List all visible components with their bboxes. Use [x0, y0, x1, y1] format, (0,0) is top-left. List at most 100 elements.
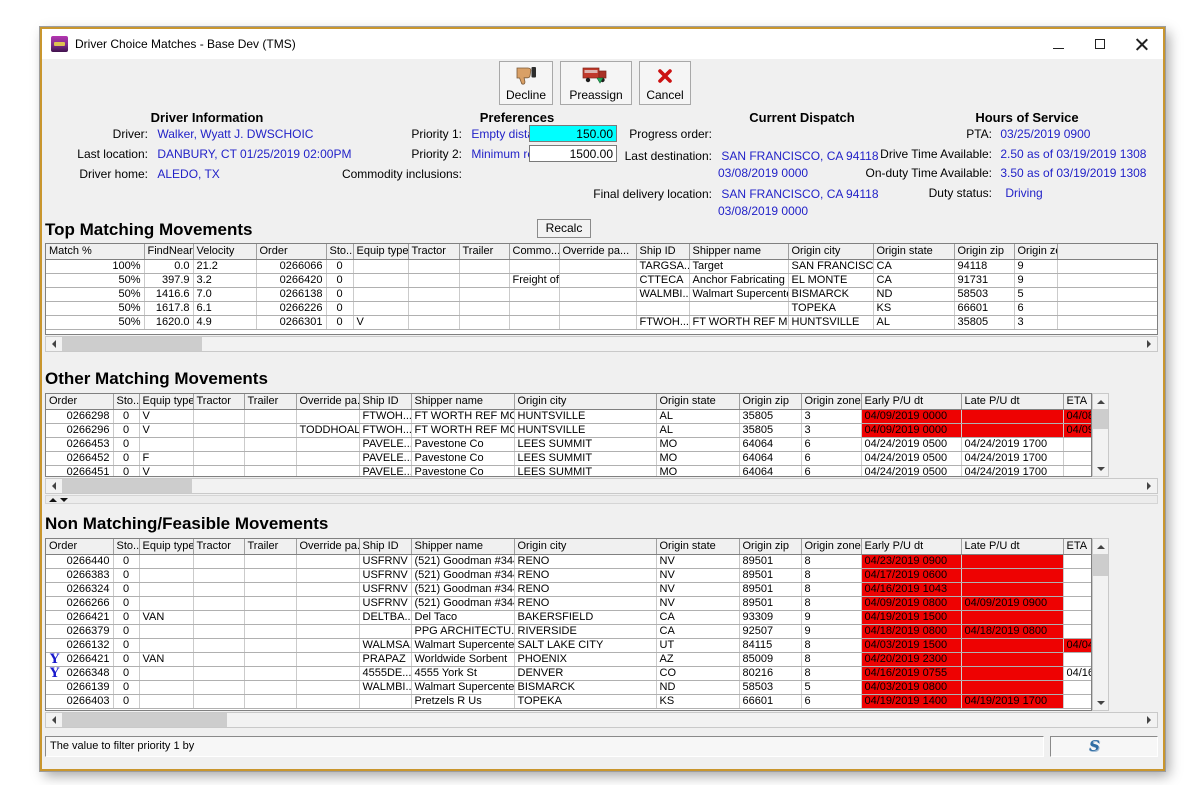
grid-cell[interactable]: 04/19/2019 1700 — [961, 694, 1063, 708]
column-header[interactable]: Order — [46, 394, 113, 409]
grid-cell[interactable]: 0 — [113, 554, 139, 568]
grid-cell[interactable] — [509, 287, 559, 301]
grid-cell[interactable] — [193, 694, 244, 708]
column-header[interactable]: Equip type — [353, 244, 408, 259]
column-header[interactable]: Override pa... — [296, 539, 359, 554]
grid-cell[interactable]: CA — [873, 273, 954, 287]
scrollbar-thumb[interactable] — [62, 479, 192, 493]
grid-cell[interactable]: 0266453 — [46, 437, 113, 451]
grid-cell[interactable]: LEES SUMMIT — [514, 451, 656, 465]
grid-cell[interactable] — [139, 666, 193, 680]
grid-cell[interactable]: Pavestone Co — [411, 451, 514, 465]
grid-cell[interactable]: 0 — [326, 273, 353, 287]
scroll-right-icon[interactable] — [1141, 713, 1157, 727]
grid-cell[interactable] — [1063, 465, 1092, 477]
scroll-down-icon[interactable] — [1093, 461, 1108, 476]
grid-cell[interactable]: HUNTSVILLE — [788, 315, 873, 329]
other-vscrollbar[interactable] — [1092, 393, 1109, 477]
grid-cell[interactable]: 3 — [801, 423, 861, 437]
grid-cell[interactable]: 04/09/2019 0000 — [861, 409, 961, 423]
grid-cell[interactable] — [244, 582, 296, 596]
grid-cell[interactable]: V — [139, 465, 193, 477]
grid-cell[interactable]: 50% — [46, 273, 144, 287]
grid-cell[interactable]: 35805 — [954, 315, 1014, 329]
grid-cell[interactable]: 0266451 — [46, 465, 113, 477]
grid-cell[interactable] — [559, 287, 636, 301]
grid-cell[interactable]: 93309 — [739, 610, 801, 624]
grid-cell[interactable] — [193, 451, 244, 465]
grid-cell[interactable]: 0266452 — [46, 451, 113, 465]
grid-cell[interactable] — [353, 259, 408, 273]
grid-cell[interactable]: 0 — [113, 568, 139, 582]
grid-cell[interactable]: BISMARCK — [788, 287, 873, 301]
grid-cell[interactable]: BAKERSFIELD — [514, 610, 656, 624]
grid-cell[interactable] — [559, 273, 636, 287]
grid-cell[interactable] — [296, 596, 359, 610]
grid-row[interactable]: 02661320WALMSA...Walmart SupercenterSALT… — [46, 638, 1092, 652]
grid-cell[interactable] — [961, 423, 1063, 437]
column-header[interactable]: Origin state — [656, 394, 739, 409]
pane-splitter[interactable] — [45, 495, 1158, 504]
grid-cell[interactable]: Walmart Supercenter — [411, 680, 514, 694]
grid-row[interactable]: 50%1617.86.102662260TOPEKAKS666016 — [46, 301, 1158, 315]
grid-cell[interactable]: 0266379 — [46, 624, 113, 638]
preassign-button[interactable]: Preassign — [560, 61, 632, 105]
grid-row[interactable]: Y02664210VANPRAPAZWorldwide SorbentPHOEN… — [46, 652, 1092, 666]
grid-cell[interactable]: 0266266 — [46, 596, 113, 610]
grid-row[interactable]: 02662980VFTWOH...FT WORTH REF MCHUNTSVIL… — [46, 409, 1092, 423]
grid-cell[interactable] — [296, 694, 359, 708]
grid-cell[interactable]: SAN FRANCISCO — [788, 259, 873, 273]
grid-cell[interactable]: Del Taco — [411, 610, 514, 624]
grid-cell[interactable]: 100% — [46, 259, 144, 273]
column-header[interactable]: Origin state — [873, 244, 954, 259]
column-header[interactable]: Origin city — [514, 394, 656, 409]
grid-cell[interactable]: 94118 — [954, 259, 1014, 273]
grid-cell[interactable]: 0266298 — [46, 409, 113, 423]
grid-cell[interactable]: PAVELE... — [359, 465, 411, 477]
grid-cell[interactable]: FTWOH... — [636, 315, 689, 329]
column-header[interactable]: Tractor — [193, 539, 244, 554]
grid-cell[interactable]: CA — [656, 610, 739, 624]
grid-cell[interactable]: 04/04 — [1063, 638, 1092, 652]
grid-cell[interactable] — [139, 596, 193, 610]
grid-cell[interactable]: F — [139, 451, 193, 465]
grid-cell[interactable]: FT WORTH REF MC — [411, 409, 514, 423]
grid-cell[interactable] — [296, 680, 359, 694]
grid-cell[interactable]: 9 — [1014, 273, 1057, 287]
grid-cell[interactable]: 04/24/2019 0500 — [861, 465, 961, 477]
grid-cell[interactable]: TODDHOAL — [296, 423, 359, 437]
grid-cell[interactable] — [459, 315, 509, 329]
scroll-up-icon[interactable] — [1093, 539, 1108, 554]
grid-cell[interactable]: KS — [656, 694, 739, 708]
column-header[interactable]: Late P/U dt — [961, 539, 1063, 554]
grid-cell[interactable]: USFRNV — [359, 582, 411, 596]
grid-cell[interactable]: 0266132 — [46, 638, 113, 652]
grid-cell[interactable]: 04/16/2019 1043 — [861, 582, 961, 596]
scrollbar-track[interactable] — [202, 337, 1141, 351]
grid-row[interactable]: 02663830USFRNV(521) Goodman #344RENONV89… — [46, 568, 1092, 582]
grid-cell[interactable] — [459, 301, 509, 315]
column-header[interactable]: Tractor — [193, 394, 244, 409]
grid-cell[interactable] — [559, 259, 636, 273]
grid-cell[interactable]: Pavestone Co — [411, 437, 514, 451]
grid-cell[interactable]: AL — [873, 315, 954, 329]
non-hscrollbar[interactable] — [45, 712, 1158, 728]
grid-cell[interactable]: 1416.6 — [144, 287, 193, 301]
grid-cell[interactable]: Walmart Supercenter — [411, 638, 514, 652]
column-header[interactable]: Trailer — [244, 539, 296, 554]
grid-cell[interactable]: 0 — [113, 582, 139, 596]
grid-cell[interactable] — [636, 301, 689, 315]
grid-row[interactable]: 50%397.93.202664200Freight of ...CTTECAA… — [46, 273, 1158, 287]
grid-cell[interactable] — [244, 610, 296, 624]
grid-cell[interactable] — [961, 666, 1063, 680]
grid-cell[interactable]: 04/18/2019 0800 — [861, 624, 961, 638]
grid-cell[interactable]: 6.1 — [193, 301, 256, 315]
grid-cell[interactable] — [359, 694, 411, 708]
grid-cell[interactable]: 0 — [113, 437, 139, 451]
grid-cell[interactable]: 3 — [801, 409, 861, 423]
grid-cell[interactable]: 6 — [801, 451, 861, 465]
grid-cell[interactable]: 21.2 — [193, 259, 256, 273]
grid-cell[interactable] — [1057, 301, 1158, 315]
grid-cell[interactable]: EL MONTE — [788, 273, 873, 287]
grid-cell[interactable]: 9 — [801, 624, 861, 638]
